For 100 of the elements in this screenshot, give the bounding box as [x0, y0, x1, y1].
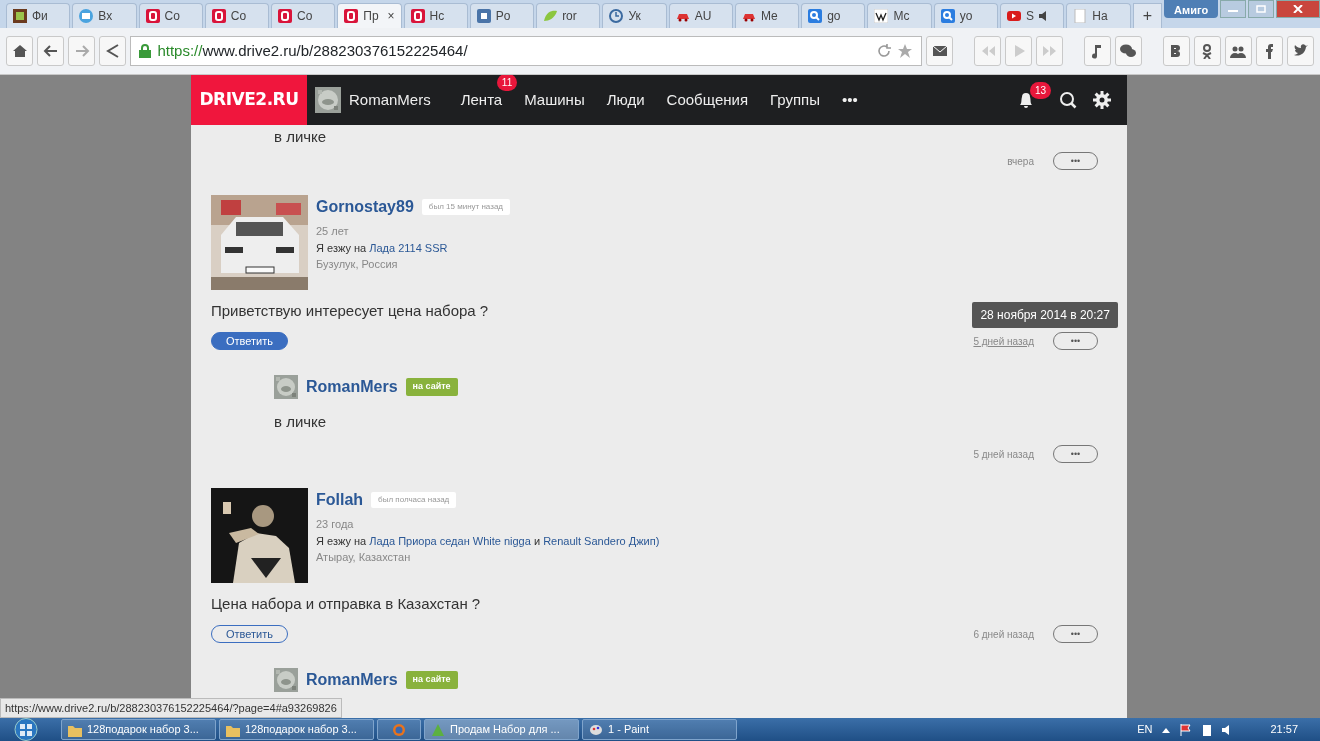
browser-tab[interactable]: Po — [469, 3, 535, 28]
search-icon[interactable] — [1059, 91, 1077, 109]
date-tooltip: 28 ноября 2014 в 20:27 — [972, 301, 1118, 328]
fast-forward-icon — [1041, 43, 1058, 59]
music-button[interactable] — [1083, 36, 1111, 66]
author-link[interactable]: Gornostay89 — [316, 195, 414, 219]
url-text: https://www.drive2.ru/b/288230376152225464/ — [157, 40, 468, 61]
twitter-button[interactable] — [1286, 36, 1315, 66]
lock-icon — [139, 44, 152, 58]
author-link[interactable]: RomanMers — [306, 668, 398, 692]
nav-link[interactable]: ••• — [831, 89, 869, 112]
profile-button[interactable]: Амиго — [1164, 0, 1219, 18]
odnoklassniki-button[interactable] — [1193, 36, 1221, 66]
back-button[interactable] — [37, 36, 65, 66]
car-link[interactable]: Лада Приора седан White nigga — [369, 534, 531, 547]
browser-tab[interactable]: Нс — [403, 3, 468, 28]
page-icon — [1073, 9, 1088, 23]
last-seen-label: был 15 минут назад — [421, 199, 510, 215]
browser-tab[interactable]: Me — [734, 3, 800, 28]
palette-icon — [589, 722, 603, 737]
vk-button[interactable] — [1162, 36, 1190, 66]
square-icon — [410, 9, 425, 23]
reload-icon[interactable] — [877, 44, 892, 58]
car-info: Я езжу на Лада Приора седан White nigga и Renault Sandero Джип) — [316, 533, 660, 549]
car-info: Я езжу на Лада 2114 SSR — [316, 240, 449, 256]
browser-tab[interactable]: Co — [138, 3, 203, 28]
friends-button[interactable] — [1224, 36, 1252, 66]
square-icon — [278, 9, 293, 23]
home-button[interactable] — [6, 36, 34, 66]
author-link[interactable]: RomanMers — [306, 375, 398, 399]
close-tab-button[interactable]: × — [387, 7, 395, 25]
car-link[interactable]: Джип) — [628, 534, 660, 547]
nav-link[interactable]: Лента — [449, 89, 514, 112]
clock-icon — [609, 9, 624, 23]
bird-icon — [1292, 43, 1309, 59]
nav-link[interactable]: Группы — [759, 89, 831, 112]
forward-arrow-icon — [73, 43, 90, 59]
share-icon — [104, 43, 121, 59]
flag-icon — [1180, 723, 1193, 736]
close-button[interactable] — [1276, 0, 1320, 18]
browser-tab[interactable]: AU — [668, 3, 733, 28]
chat-bubbles-icon — [1120, 43, 1137, 59]
author-link[interactable]: Follah — [316, 488, 364, 512]
browser-tab[interactable]: Co — [271, 3, 336, 28]
play-icon — [1007, 9, 1021, 23]
browser-tab[interactable]: Фи — [6, 3, 71, 28]
facebook-button[interactable] — [1255, 36, 1283, 66]
browser-tab[interactable]: Mc — [867, 3, 932, 28]
browser-tab[interactable]: ror — [536, 3, 601, 28]
square-icon — [476, 9, 491, 23]
age-text: 25 лет — [316, 224, 350, 239]
comment-text: Цена набора и отправка в Казахстан ? — [211, 594, 481, 614]
online-badge: на сайте — [405, 671, 458, 689]
browser-tab[interactable]: go — [801, 3, 866, 28]
reply-button[interactable]: Ответить — [211, 332, 288, 350]
mail-button[interactable] — [926, 36, 954, 66]
nav-link[interactable]: Сообщения — [655, 89, 759, 112]
square-icon — [344, 9, 359, 23]
count-badge: 11 — [496, 75, 518, 91]
address-field[interactable]: https://www.drive2.ru/b/288230376152225464/ — [130, 36, 923, 66]
car-link[interactable]: Renault Sandero — [543, 534, 626, 547]
browser-tab[interactable]: Вх — [72, 3, 137, 28]
browser-tab[interactable]: S — [1000, 3, 1065, 28]
nav-link[interactable]: Машины — [513, 89, 596, 112]
new-tab-button[interactable]: + — [1132, 3, 1163, 28]
share-button[interactable] — [99, 36, 127, 66]
comment-text: в личке — [274, 412, 327, 432]
envelope-icon — [79, 9, 94, 23]
book-icon — [874, 9, 889, 23]
location-text: Бузулук, Россия — [316, 257, 399, 272]
car-link[interactable]: Лада 2114 SSR — [369, 241, 448, 254]
globe-icon — [392, 722, 406, 737]
user-link[interactable]: RomanMers — [349, 88, 442, 112]
battery-icon — [1202, 723, 1213, 736]
bell-icon[interactable] — [1017, 91, 1035, 109]
taskbar-button[interactable]: 128подарок набор 3... — [219, 719, 374, 740]
square-icon — [211, 9, 226, 23]
language-indicator[interactable]: EN — [1137, 721, 1153, 738]
site-logo[interactable]: DRIVE2.RU — [191, 75, 307, 125]
nav-link[interactable]: Люди — [595, 89, 656, 112]
taskbar-button[interactable]: 128подарок набор 3... — [61, 719, 216, 740]
comment-text: Приветствую интересует цена набора ? — [211, 301, 489, 321]
browser-tab[interactable]: Co — [204, 3, 270, 28]
clock-text[interactable]: 21:57 — [1270, 721, 1298, 738]
up-arrow-icon — [1162, 726, 1171, 733]
restore-icon — [1256, 5, 1267, 13]
status-url: https://www.drive2.ru/b/288230376152225464/?page=4#a93269826 — [0, 697, 342, 718]
browser-tab[interactable]: yo — [933, 3, 998, 28]
tile-icon — [13, 9, 27, 23]
star-icon[interactable] — [897, 43, 914, 59]
settings-icon[interactable] — [1093, 91, 1111, 109]
taskbar-button[interactable]: 1 - Paint — [582, 719, 737, 740]
online-badge: на сайте — [405, 378, 458, 396]
home-icon — [11, 43, 28, 59]
chat-button[interactable] — [1114, 36, 1143, 66]
last-seen-label: был полчаса назад — [371, 492, 457, 508]
comment-text: в личке — [273, 127, 327, 147]
browser-tab[interactable]: Пр × — [337, 3, 402, 28]
browser-tab[interactable]: Ук — [602, 3, 667, 28]
browser-tab[interactable]: На — [1066, 3, 1131, 28]
